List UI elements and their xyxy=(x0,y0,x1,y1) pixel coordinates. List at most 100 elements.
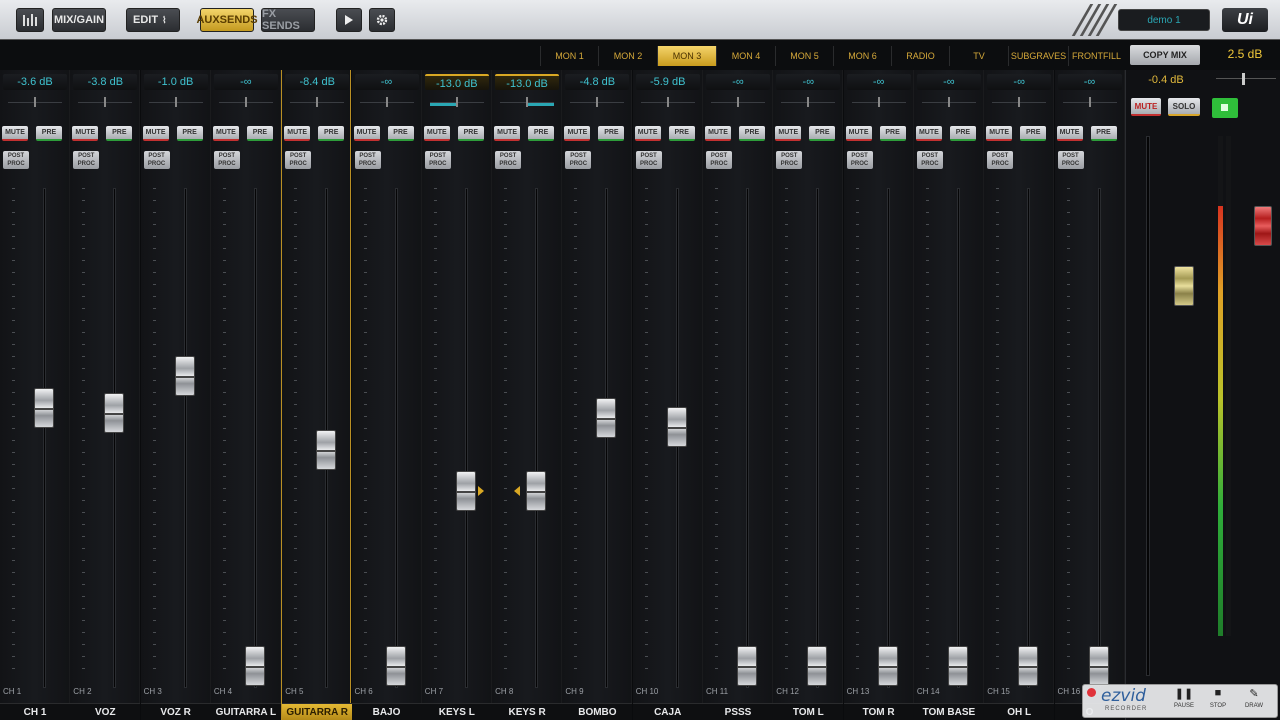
pre-button[interactable]: PRE xyxy=(457,126,484,141)
mute-button[interactable]: MUTE xyxy=(2,126,28,141)
channel-name[interactable]: VOZ xyxy=(70,703,141,720)
mute-button[interactable]: MUTE xyxy=(564,126,591,141)
pre-button[interactable]: PRE xyxy=(809,126,836,141)
pre-button[interactable]: PRE xyxy=(1090,126,1117,141)
pan-knob[interactable] xyxy=(244,97,247,107)
channel-name[interactable]: CH 1 xyxy=(0,703,70,720)
post-proc-button[interactable]: POST PROC xyxy=(846,151,873,169)
aux-tab-mon-6[interactable]: MON 6 xyxy=(833,46,891,66)
channel-name[interactable]: KEYS R xyxy=(492,703,563,720)
post-proc-button[interactable]: POST PROC xyxy=(285,151,312,169)
mute-button[interactable]: MUTE xyxy=(142,126,169,141)
fx-sends-button[interactable]: FX SENDS xyxy=(261,8,315,32)
channel-name[interactable]: TOM R xyxy=(843,703,914,720)
pan-knob[interactable] xyxy=(104,97,107,107)
post-proc-button[interactable]: POST PROC xyxy=(3,151,29,169)
channel-name[interactable]: TOM L xyxy=(773,703,844,720)
pre-button[interactable]: PRE xyxy=(949,126,976,141)
pre-button[interactable]: PRE xyxy=(318,126,345,141)
channel-name[interactable]: PSSS xyxy=(703,703,773,720)
pre-button[interactable]: PRE xyxy=(387,126,414,141)
aux-tab-mon-3[interactable]: MON 3 xyxy=(657,46,716,66)
copy-mix-button[interactable]: COPY MIX xyxy=(1130,45,1200,65)
mute-button[interactable]: MUTE xyxy=(634,126,661,141)
pan-knob[interactable] xyxy=(947,97,950,107)
aux-tab-mon-4[interactable]: MON 4 xyxy=(716,46,775,66)
pre-button[interactable]: PRE xyxy=(36,126,62,141)
mixer-view-icon[interactable] xyxy=(16,8,44,32)
edit-button[interactable]: EDIT ⌇ xyxy=(126,8,180,32)
pre-button[interactable]: PRE xyxy=(246,126,273,141)
pre-button[interactable]: PRE xyxy=(106,126,133,141)
channel-name[interactable]: GUITARRA R xyxy=(282,703,353,720)
pre-button[interactable]: PRE xyxy=(528,126,555,141)
post-proc-button[interactable]: POST PROC xyxy=(635,151,662,169)
post-proc-button[interactable]: POST PROC xyxy=(73,151,100,169)
master-solo-button[interactable]: SOLO xyxy=(1168,98,1200,116)
aux-tab-mon-2[interactable]: MON 2 xyxy=(598,46,657,66)
aux-tab-frontfill[interactable]: FRONTFILL xyxy=(1068,46,1124,66)
channel-fader[interactable] xyxy=(104,393,125,433)
master-on-button[interactable] xyxy=(1212,98,1238,118)
mix-gain-button[interactable]: MIX/GAIN xyxy=(52,8,106,32)
pan-knob[interactable] xyxy=(737,97,739,107)
pre-button[interactable]: PRE xyxy=(176,126,203,141)
gear-icon[interactable] xyxy=(369,8,395,32)
auxsends-button[interactable]: AUXSENDS xyxy=(196,8,258,32)
stop-button[interactable]: ■ STOP xyxy=(1203,687,1233,717)
post-proc-button[interactable]: POST PROC xyxy=(495,151,522,169)
channel-fader[interactable] xyxy=(385,646,406,686)
mute-button[interactable]: MUTE xyxy=(775,126,802,141)
pan-knob[interactable] xyxy=(385,97,388,107)
pre-button[interactable]: PRE xyxy=(598,126,625,141)
pan-knob[interactable] xyxy=(316,97,319,107)
pre-button[interactable]: PRE xyxy=(879,126,906,141)
channel-fader[interactable] xyxy=(316,430,337,470)
post-proc-button[interactable]: POST PROC xyxy=(706,151,732,169)
pan-knob[interactable] xyxy=(455,97,458,107)
post-proc-button[interactable]: POST PROC xyxy=(565,151,592,169)
snapshot-name-display[interactable]: demo 1 xyxy=(1118,9,1210,31)
post-proc-button[interactable]: POST PROC xyxy=(1057,151,1084,169)
channel-name[interactable]: OH L xyxy=(984,703,1055,720)
channel-fader[interactable] xyxy=(1018,646,1039,686)
pan-knob[interactable] xyxy=(1018,97,1021,107)
pan-knob[interactable] xyxy=(877,97,880,107)
master-aux-fader[interactable] xyxy=(1174,266,1194,306)
channel-fader[interactable] xyxy=(947,646,968,686)
channel-fader[interactable] xyxy=(737,646,757,686)
post-proc-button[interactable]: POST PROC xyxy=(143,151,170,169)
mute-button[interactable]: MUTE xyxy=(705,126,731,141)
ui-logo[interactable]: Ui xyxy=(1222,8,1268,32)
channel-name[interactable]: CAJA xyxy=(632,703,703,720)
aux-tab-tv[interactable]: TV xyxy=(949,46,1008,66)
post-proc-button[interactable]: POST PROC xyxy=(213,151,240,169)
channel-fader[interactable] xyxy=(807,646,828,686)
pre-button[interactable]: PRE xyxy=(1020,126,1047,141)
channel-name[interactable]: BAJO xyxy=(351,703,422,720)
aux-tab-mon-1[interactable]: MON 1 xyxy=(540,46,598,66)
post-proc-button[interactable]: POST PROC xyxy=(776,151,803,169)
pan-knob[interactable] xyxy=(174,97,177,107)
channel-name[interactable]: GUITARRA L xyxy=(210,703,281,720)
post-proc-button[interactable]: POST PROC xyxy=(354,151,381,169)
master-mute-button[interactable]: MUTE xyxy=(1131,98,1161,116)
channel-name[interactable]: TOM BASE xyxy=(913,703,984,720)
main-mix-fader[interactable] xyxy=(1254,206,1272,246)
channel-fader[interactable] xyxy=(666,407,687,447)
mute-button[interactable]: MUTE xyxy=(353,126,380,141)
channel-name[interactable]: VOZ R xyxy=(140,703,211,720)
channel-fader[interactable] xyxy=(244,646,265,686)
post-proc-button[interactable]: POST PROC xyxy=(987,151,1014,169)
mute-button[interactable]: MUTE xyxy=(423,126,450,141)
channel-fader[interactable] xyxy=(596,398,617,438)
pre-button[interactable]: PRE xyxy=(739,126,765,141)
channel-fader[interactable] xyxy=(455,471,476,511)
channel-fader[interactable] xyxy=(174,356,195,396)
mute-button[interactable]: MUTE xyxy=(1056,126,1083,141)
pan-knob[interactable] xyxy=(666,97,669,107)
pre-button[interactable]: PRE xyxy=(668,126,695,141)
channel-fader[interactable] xyxy=(1088,646,1109,686)
pause-button[interactable]: ❚❚ PAUSE xyxy=(1169,687,1199,717)
post-proc-button[interactable]: POST PROC xyxy=(424,151,451,169)
